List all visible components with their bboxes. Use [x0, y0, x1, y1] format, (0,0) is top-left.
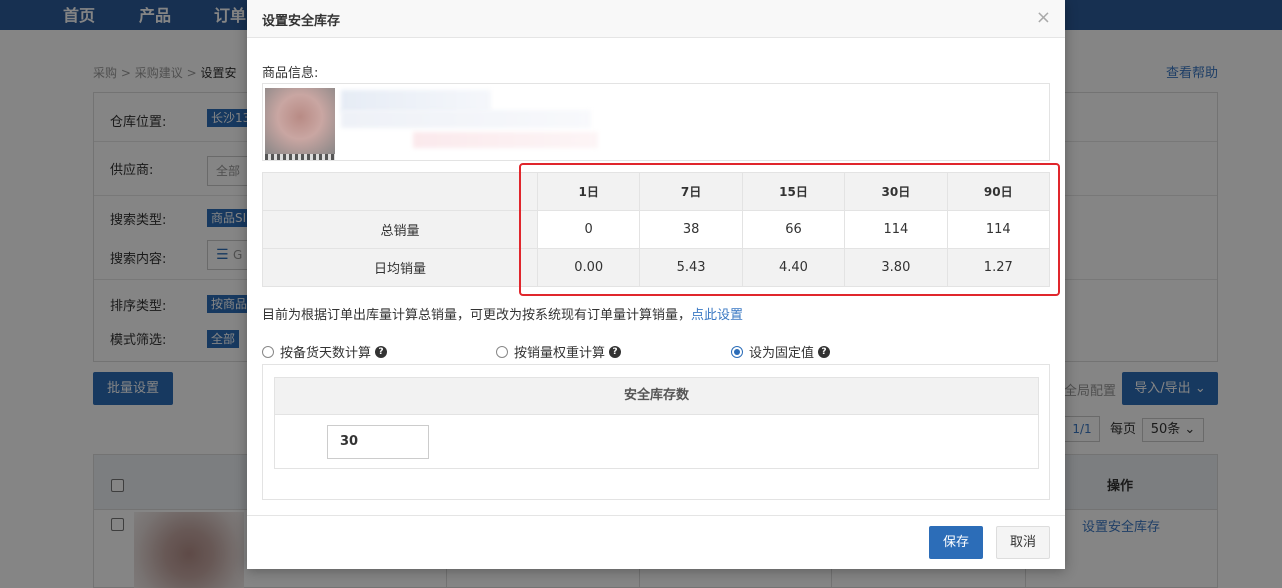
safe-stock-input[interactable]: 30 [327, 425, 429, 459]
product-image [265, 88, 335, 160]
calc-setting-link[interactable]: 点此设置 [691, 308, 743, 323]
option-label: 按备货天数计算 [280, 346, 372, 361]
option-fixed-value[interactable]: 设为固定值 ? [731, 342, 831, 361]
radio-button[interactable] [496, 345, 508, 358]
question-circle-icon[interactable]: ? [375, 345, 388, 358]
radio-button[interactable] [262, 345, 274, 358]
option-label: 按销量权重计算 [514, 346, 606, 361]
modal-header: 设置安全库存 × [247, 0, 1065, 38]
product-title-redacted [341, 90, 491, 112]
product-info-label: 商品信息: [262, 66, 319, 81]
calc-note: 目前为根据订单出库量计算总销量，可更改为按系统现有订单量计算销量，点此设置 [262, 304, 743, 323]
row-label: 总销量 [262, 210, 538, 249]
question-circle-icon[interactable]: ? [609, 345, 622, 358]
stats-corner [262, 172, 538, 211]
product-info-box [262, 83, 1050, 161]
cancel-button[interactable]: 取消 [996, 526, 1050, 559]
option-label: 设为固定值 [749, 346, 815, 361]
safe-stock-modal: 设置安全库存 × 商品信息: 1日 7日 15日 30日 90日 总销量 0 3… [247, 0, 1065, 569]
calc-note-text: 目前为根据订单出库量计算总销量，可更改为按系统现有订单量计算销量， [262, 308, 692, 323]
safe-stock-setting-box: 安全库存数 30 [262, 364, 1050, 500]
question-circle-icon[interactable]: ? [818, 345, 831, 358]
row-label: 日均销量 [262, 248, 538, 287]
close-icon[interactable]: × [1036, 7, 1051, 28]
safe-stock-table: 安全库存数 30 [274, 377, 1039, 469]
option-by-stock-days[interactable]: 按备货天数计算 ? [262, 342, 388, 361]
modal-footer: 保存 取消 [247, 515, 1065, 569]
safe-stock-header: 安全库存数 [275, 378, 1038, 415]
product-detail-redacted [341, 110, 591, 128]
option-by-sales-weight[interactable]: 按销量权重计算 ? [496, 342, 622, 361]
product-sku-redacted [413, 132, 598, 148]
radio-button-selected[interactable] [731, 345, 743, 358]
modal-title: 设置安全库存 [262, 14, 341, 29]
highlight-box [519, 163, 1060, 296]
save-button[interactable]: 保存 [929, 526, 983, 559]
